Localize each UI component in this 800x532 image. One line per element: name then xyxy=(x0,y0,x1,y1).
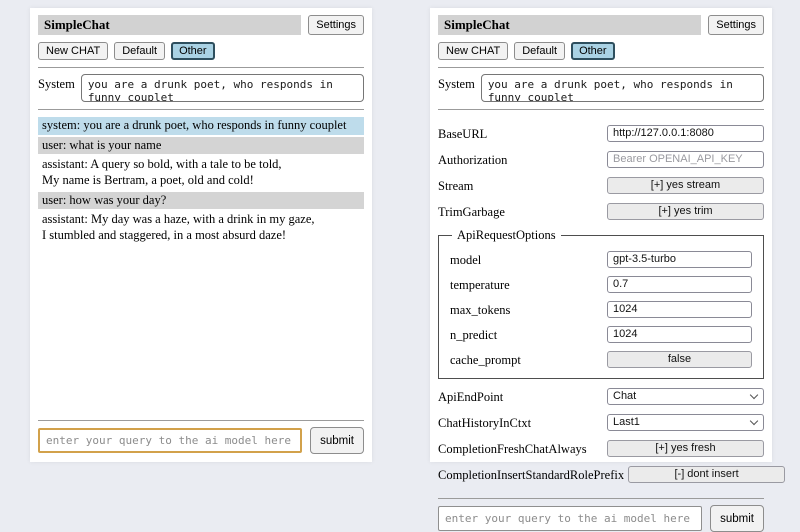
setting-row-model: model xyxy=(450,250,752,268)
chevron-down-icon xyxy=(750,390,758,398)
query-row: submit xyxy=(38,427,364,454)
api-endpoint-selected-value: Chat xyxy=(613,390,636,402)
setting-row-trimgarbage: TrimGarbage [+] yes trim xyxy=(438,202,764,220)
chat-panel: SimpleChat Settings New CHAT Default Oth… xyxy=(30,8,372,462)
setting-row-n-predict: n_predict xyxy=(450,325,752,343)
chat-message-system: system: you are a drunk poet, who respon… xyxy=(38,117,364,135)
max-tokens-label: max_tokens xyxy=(450,300,510,318)
temperature-input[interactable] xyxy=(607,276,752,293)
model-label: model xyxy=(450,250,481,268)
setting-row-stream: Stream [+] yes stream xyxy=(438,176,764,194)
chat-history-in-ctxt-label: ChatHistoryInCtxt xyxy=(438,413,531,431)
tab-other[interactable]: Other xyxy=(571,42,615,60)
system-label: System xyxy=(438,74,475,92)
api-endpoint-label: ApiEndPoint xyxy=(438,387,503,405)
divider xyxy=(38,420,364,421)
api-request-options-legend: ApiRequestOptions xyxy=(452,228,561,243)
session-tabs: New CHAT Default Other xyxy=(438,42,764,60)
setting-row-temperature: temperature xyxy=(450,275,752,293)
tab-default[interactable]: Default xyxy=(114,42,165,60)
app-title: SimpleChat xyxy=(438,15,701,35)
query-input[interactable] xyxy=(38,428,302,453)
trimgarbage-label: TrimGarbage xyxy=(438,202,505,220)
trimgarbage-toggle-button[interactable]: [+] yes trim xyxy=(607,203,764,220)
chat-messages: system: you are a drunk poet, who respon… xyxy=(38,117,364,413)
session-tabs: New CHAT Default Other xyxy=(38,42,364,60)
authorization-label: Authorization xyxy=(438,150,507,168)
setting-row-completion-fresh-chat-always: CompletionFreshChatAlways [+] yes fresh xyxy=(438,439,764,457)
app-title: SimpleChat xyxy=(38,15,301,35)
setting-row-cache-prompt: cache_prompt false xyxy=(450,350,752,368)
system-label: System xyxy=(38,74,75,92)
model-input[interactable] xyxy=(607,251,752,268)
query-section: submit xyxy=(38,413,364,454)
completion-fresh-chat-always-toggle-button[interactable]: [+] yes fresh xyxy=(607,440,764,457)
divider xyxy=(438,109,764,110)
settings-list: BaseURL Authorization Stream [+] yes str… xyxy=(438,116,764,491)
chat-message-user: user: what is your name xyxy=(38,137,364,155)
header: SimpleChat Settings xyxy=(38,15,364,35)
tab-default[interactable]: Default xyxy=(514,42,565,60)
query-input[interactable] xyxy=(438,506,702,531)
setting-row-max-tokens: max_tokens xyxy=(450,300,752,318)
setting-row-api-endpoint: ApiEndPoint Chat xyxy=(438,387,764,405)
submit-button[interactable]: submit xyxy=(310,427,364,454)
system-prompt-row: System you are a drunk poet, who respond… xyxy=(438,74,764,102)
api-endpoint-select[interactable]: Chat xyxy=(607,388,764,405)
authorization-input[interactable] xyxy=(607,151,764,168)
temperature-label: temperature xyxy=(450,275,510,293)
divider xyxy=(38,109,364,110)
baseurl-label: BaseURL xyxy=(438,124,487,142)
query-section: submit xyxy=(438,491,764,532)
chevron-down-icon xyxy=(750,416,758,424)
query-row: submit xyxy=(438,505,764,532)
divider xyxy=(438,498,764,499)
n-predict-input[interactable] xyxy=(607,326,752,343)
completion-insert-standard-role-prefix-label: CompletionInsertStandardRolePrefix xyxy=(438,465,624,483)
settings-panel: SimpleChat Settings New CHAT Default Oth… xyxy=(430,8,772,462)
stream-toggle-button[interactable]: [+] yes stream xyxy=(607,177,764,194)
new-chat-button[interactable]: New CHAT xyxy=(438,42,508,60)
settings-button[interactable]: Settings xyxy=(308,15,364,35)
max-tokens-input[interactable] xyxy=(607,301,752,318)
setting-row-authorization: Authorization xyxy=(438,150,764,168)
cache-prompt-toggle-button[interactable]: false xyxy=(607,351,752,368)
chat-message-user: user: how was your day? xyxy=(38,192,364,210)
new-chat-button[interactable]: New CHAT xyxy=(38,42,108,60)
tab-other[interactable]: Other xyxy=(171,42,215,60)
settings-button[interactable]: Settings xyxy=(708,15,764,35)
chat-message-assistant: assistant: A query so bold, with a tale … xyxy=(38,156,364,189)
system-prompt-input[interactable]: you are a drunk poet, who responds in fu… xyxy=(481,74,764,102)
submit-button[interactable]: submit xyxy=(710,505,764,532)
chat-history-selected-value: Last1 xyxy=(613,416,640,428)
n-predict-label: n_predict xyxy=(450,325,497,343)
divider xyxy=(38,67,364,68)
stream-label: Stream xyxy=(438,176,473,194)
setting-row-baseurl: BaseURL xyxy=(438,124,764,142)
header: SimpleChat Settings xyxy=(438,15,764,35)
chat-message-assistant: assistant: My day was a haze, with a dri… xyxy=(38,211,364,244)
completion-fresh-chat-always-label: CompletionFreshChatAlways xyxy=(438,439,587,457)
setting-row-completion-insert-standard-role-prefix: CompletionInsertStandardRolePrefix [-] d… xyxy=(438,465,764,483)
chat-history-in-ctxt-select[interactable]: Last1 xyxy=(607,414,764,431)
cache-prompt-label: cache_prompt xyxy=(450,350,521,368)
divider xyxy=(438,67,764,68)
baseurl-input[interactable] xyxy=(607,125,764,142)
system-prompt-row: System you are a drunk poet, who respond… xyxy=(38,74,364,102)
system-prompt-input[interactable]: you are a drunk poet, who responds in fu… xyxy=(81,74,364,102)
api-request-options-fieldset: ApiRequestOptions model temperature max_… xyxy=(438,228,764,379)
setting-row-chat-history-in-ctxt: ChatHistoryInCtxt Last1 xyxy=(438,413,764,431)
